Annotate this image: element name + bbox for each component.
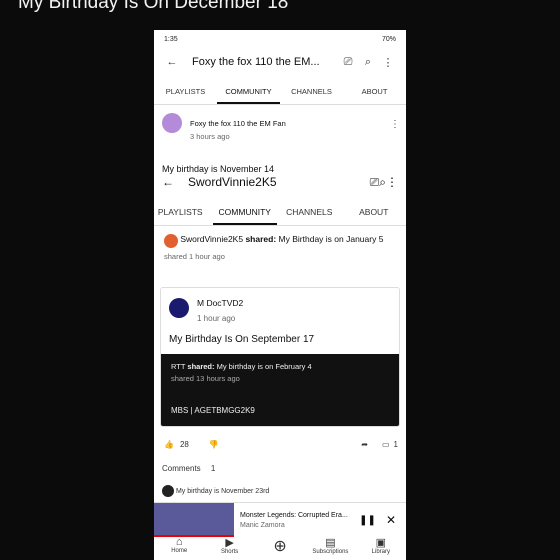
post-author[interactable]: Foxy the fox 110 the EM Fan [190,119,286,128]
comments-count: 1 [210,464,216,473]
card-author: M DocTVD2 [197,298,244,308]
more-icon[interactable]: ⋮ [378,56,398,69]
inner-search-icon: ⌕ [379,174,386,189]
search-icon[interactable]: ⌕ [358,56,378,69]
mini-artist: Manic Zamora [240,521,285,529]
mini-title: Monster Legends: Corrupted Era... [240,511,348,519]
shared-time: shared 1 hour ago [164,252,225,261]
tab-playlists[interactable]: PLAYLISTS [154,87,217,104]
inner-tab-about: ABOUT [359,207,389,217]
nav-home[interactable]: ⌂ Home [154,536,204,560]
card-text: My Birthday Is On September 17 [169,334,315,345]
tab-channels[interactable]: CHANNELS [280,87,343,104]
dark-label: shared: [187,362,215,371]
nav-subscriptions[interactable]: ▤ Subscriptions [305,536,355,560]
inner-tab-channels: CHANNELS [286,207,333,217]
back-arrow-icon[interactable]: ← [162,56,182,68]
tab-about[interactable]: ABOUT [343,87,406,104]
dark-time: shared 13 hours ago [171,374,240,383]
nav-library[interactable]: ▣ Library [356,536,406,560]
share-count: 1 [393,439,398,449]
status-bar: 1:35 70% [154,30,406,48]
shorts-icon: ▶ [225,537,234,549]
inner-more-icon: ⋮ [386,175,398,189]
caption-title: My Birthday Is On December 18 [18,0,289,13]
post-time: 3 hours ago [190,132,230,141]
comments-label: Comments [162,464,201,473]
channel-tabs: PLAYLISTS COMMUNITY CHANNELS ABOUT [154,76,406,105]
channel-header: ← Foxy the fox 110 the EM... ⎚ ⌕ ⋮ [154,48,406,76]
bottom-nav: ⌂ Home ▶ Shorts ⊕ ▤ Subscriptions ▣ Library [154,536,406,560]
card-time: 1 hour ago [197,314,236,323]
inner-header: ← SwordVinnie2K5 ⎚ ⌕ ⋮ [154,167,406,197]
post-actions: 👍 28 👎 ➦ ▭ 1 [154,432,406,456]
commenter-avatar [162,485,174,497]
mini-thumbnail[interactable] [154,503,234,537]
card-dark-panel: RTT shared: My birthday is on February 4… [161,354,399,426]
inner-tabs: PLAYLISTS COMMUNITY CHANNELS ABOUT [154,197,406,226]
shared-text: My Birthday is on January 5 [278,234,384,244]
nav-shorts[interactable]: ▶ Shorts [204,536,254,560]
cast-icon[interactable]: ⎚ [338,56,358,69]
dark-text: My birthday is on February 4 [216,362,312,371]
channel-title: Foxy the fox 110 the EM... [192,56,320,68]
inner-cast-icon: ⎚ [369,174,380,189]
status-battery: 70% [381,35,396,43]
tab-community[interactable]: COMMUNITY [217,87,280,104]
shared-screenshot: ← SwordVinnie2K5 ⎚ ⌕ ⋮ PLAYLISTS COMMUNI… [154,167,406,269]
pause-icon[interactable]: ❚❚ [359,515,376,526]
close-icon[interactable]: ✕ [386,513,396,527]
shared-post: SwordVinnie2K5 shared: My Birthday is on… [154,226,406,269]
comments-section[interactable]: Comments 1 My birthday is November 23rd [154,460,406,497]
mini-player[interactable]: Monster Legends: Corrupted Era... Manic … [154,502,406,537]
like-count: 28 [179,439,189,449]
status-time: 1:35 [164,35,178,43]
like-icon[interactable]: 👍 [164,440,174,449]
shared-author: SwordVinnie2K5 [180,234,244,244]
dark-author-2: MBS | AGETBMGG2K9 [171,406,255,415]
shared-avatar [164,234,178,248]
phone-screen: 1:35 70% ← Foxy the fox 110 the EM... ⎚ … [154,30,406,560]
library-icon: ▣ [375,537,387,549]
subscriptions-icon: ▤ [325,537,336,549]
shared-label: shared: [245,234,277,244]
nav-create[interactable]: ⊕ [255,536,305,560]
inner-back-icon: ← [162,175,174,189]
home-icon: ⌂ [175,536,183,548]
top-comment: My birthday is November 23rd [175,487,270,495]
comment-icon[interactable]: ▭ [382,440,390,449]
share-icon[interactable]: ➦ [361,440,368,449]
inner-channel-title: SwordVinnie2K5 [188,175,277,189]
create-icon: ⊕ [273,538,287,555]
card-avatar [169,298,189,318]
dark-author: RTT [171,362,186,371]
author-avatar[interactable] [162,113,182,133]
inner-tab-community: COMMUNITY [212,207,277,225]
post-menu-icon[interactable]: ⋮ [390,119,400,130]
embedded-card: M DocTVD2 1 hour ago My Birthday Is On S… [160,287,400,427]
dislike-icon[interactable]: 👎 [209,440,219,449]
inner-tab-playlists: PLAYLISTS [157,207,203,217]
